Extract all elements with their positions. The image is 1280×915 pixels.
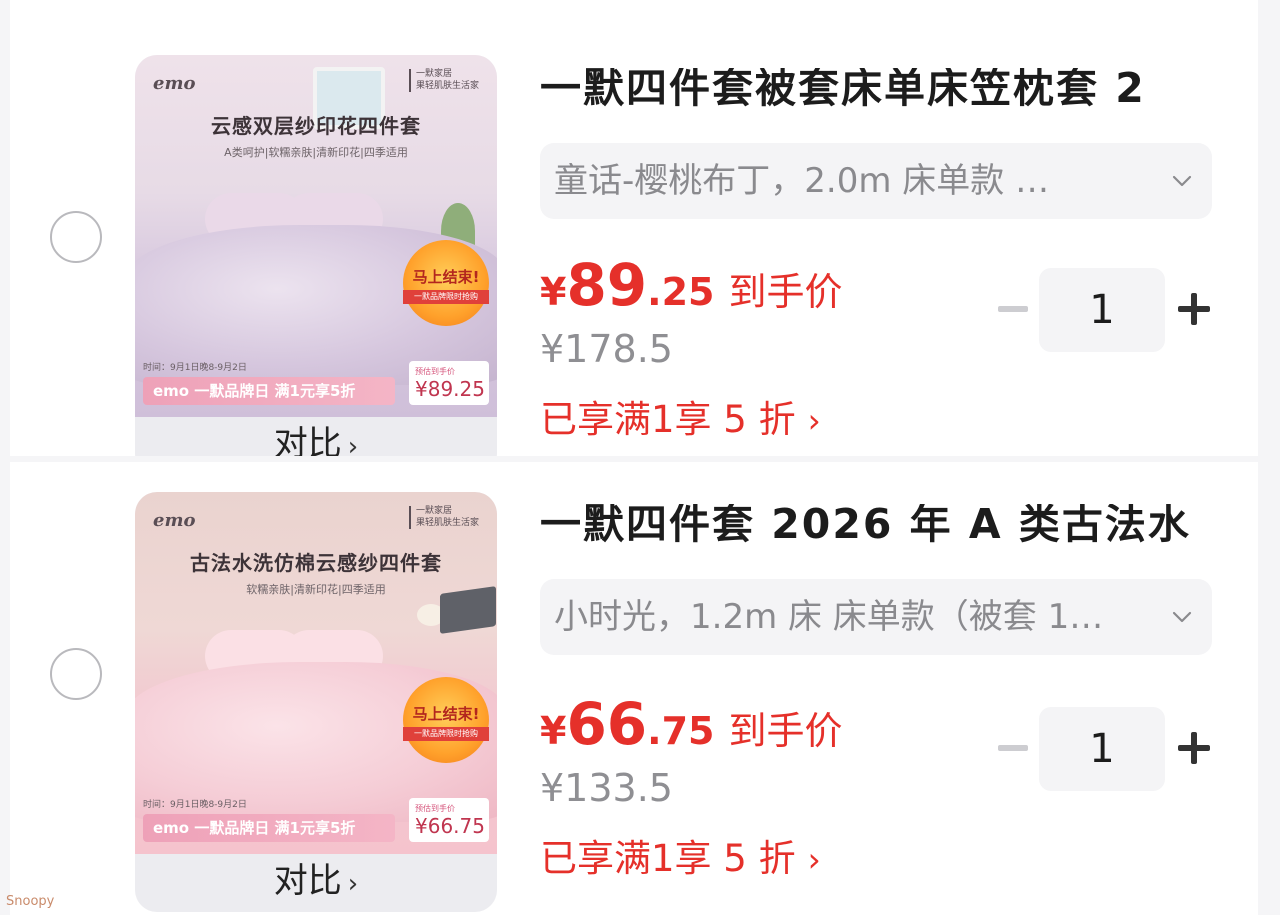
cart-item: emo 一默家居 果轻肌肤生活家 古法水洗仿棉云感纱四件套 软糯亲肤|清新印花|… [10, 462, 1258, 915]
chevron-right-icon: › [807, 401, 821, 440]
image-title: 古法水洗仿棉云感纱四件套 [190, 551, 442, 575]
promo-time: 时间：9月1日晚8-9月2日 [143, 363, 247, 373]
original-price: ¥133.5 [540, 766, 673, 810]
promo-banner: emo 一默品牌日 满1元享5折 [143, 377, 395, 405]
price-suffix: 到手价 [728, 270, 843, 314]
estimated-price-label: 预估到手价 [415, 367, 455, 376]
brand-tagline: 一默家居 果轻肌肤生活家 [408, 69, 479, 93]
compare-label: 对比 [273, 424, 342, 456]
chevron-right-icon: › [807, 840, 821, 879]
price-currency: ¥ [540, 709, 567, 753]
estimated-price-label: 预估到手价 [415, 804, 455, 813]
select-radio[interactable] [50, 648, 102, 700]
price-integer: 66 [566, 690, 648, 758]
product-image-card[interactable]: emo 一默家居 果轻肌肤生活家 古法水洗仿棉云感纱四件套 软糯亲肤|清新印花|… [135, 492, 497, 912]
price-integer: 89 [566, 251, 648, 319]
chevron-down-icon [1172, 611, 1192, 623]
discount-text: 已享满1享 5 折 [540, 398, 796, 441]
price-decimal: .25 [647, 270, 715, 314]
chevron-down-icon [1172, 175, 1192, 187]
estimated-price-tag: 预估到手价 ¥66.75 [409, 798, 489, 842]
discount-link[interactable]: 已享满1享 5 折 › [540, 401, 821, 438]
variant-text: 童话-樱桃布丁，2.0m 床单款 … [554, 163, 1050, 201]
chevron-right-icon: › [347, 869, 359, 899]
product-photo[interactable]: emo 一默家居 果轻肌肤生活家 古法水洗仿棉云感纱四件套 软糯亲肤|清新印花|… [135, 492, 497, 854]
product-photo[interactable]: emo 一默家居 果轻肌肤生活家 云感双层纱印花四件套 A类呵护|软糯亲肤|清新… [135, 55, 497, 417]
discount-link[interactable]: 已享满1享 5 折 › [540, 840, 821, 877]
increment-button[interactable] [1178, 293, 1210, 325]
promo-badge-text: 马上结束! [412, 705, 480, 723]
promo-time: 时间：9月1日晚8-9月2日 [143, 800, 247, 810]
estimated-price-value: ¥89.25 [415, 377, 485, 401]
brand-tagline: 一默家居 果轻肌肤生活家 [408, 506, 479, 530]
decrement-button[interactable] [998, 306, 1028, 312]
compare-button[interactable]: 对比 › [135, 864, 497, 898]
product-title[interactable]: 一默四件套被套床单床笠枕套 2 [540, 68, 1240, 109]
compare-button[interactable]: 对比 › [135, 427, 497, 456]
original-price: ¥178.5 [540, 327, 673, 371]
brand-logo: emo [153, 73, 196, 94]
price-suffix: 到手价 [728, 709, 843, 753]
variant-selector[interactable]: 小时光，1.2m 床 床单款（被套 1… [540, 579, 1212, 655]
final-price: ¥66.75 到手价 [540, 695, 843, 753]
image-subtitle: A类呵护|软糯亲肤|清新印花|四季适用 [224, 146, 408, 159]
discount-text: 已享满1享 5 折 [540, 837, 796, 880]
price-decimal: .75 [647, 709, 715, 753]
image-title: 云感双层纱印花四件套 [211, 114, 421, 138]
brand-logo: emo [153, 510, 196, 531]
variant-selector[interactable]: 童话-樱桃布丁，2.0m 床单款 … [540, 143, 1212, 219]
promo-badge-subtext: 一默品牌限时抢购 [403, 290, 489, 304]
promo-banner: emo 一默品牌日 满1元享5折 [143, 814, 395, 842]
promo-badge-text: 马上结束! [412, 268, 480, 286]
final-price: ¥89.25 到手价 [540, 256, 843, 314]
image-subtitle: 软糯亲肤|清新印花|四季适用 [246, 583, 386, 596]
variant-text: 小时光，1.2m 床 床单款（被套 1… [554, 599, 1104, 637]
promo-badge: 马上结束! 一默品牌限时抢购 [403, 677, 489, 763]
quantity-input[interactable]: 1 [1039, 707, 1165, 791]
promo-badge: 马上结束! 一默品牌限时抢购 [403, 240, 489, 326]
compare-label: 对比 [273, 861, 342, 901]
product-image-card[interactable]: emo 一默家居 果轻肌肤生活家 云感双层纱印花四件套 A类呵护|软糯亲肤|清新… [135, 55, 497, 456]
quantity-input[interactable]: 1 [1039, 268, 1165, 352]
cart-item: emo 一默家居 果轻肌肤生活家 云感双层纱印花四件套 A类呵护|软糯亲肤|清新… [10, 0, 1258, 456]
decrement-button[interactable] [998, 745, 1028, 751]
estimated-price-value: ¥66.75 [415, 814, 485, 838]
increment-button[interactable] [1178, 732, 1210, 764]
price-currency: ¥ [540, 270, 567, 314]
select-radio[interactable] [50, 211, 102, 263]
promo-badge-subtext: 一默品牌限时抢购 [403, 727, 489, 741]
watermark: Snoopy [6, 894, 55, 909]
estimated-price-tag: 预估到手价 ¥89.25 [409, 361, 489, 405]
product-title[interactable]: 一默四件套 2026 年 A 类古法水 [540, 504, 1240, 545]
chevron-right-icon: › [347, 432, 359, 456]
